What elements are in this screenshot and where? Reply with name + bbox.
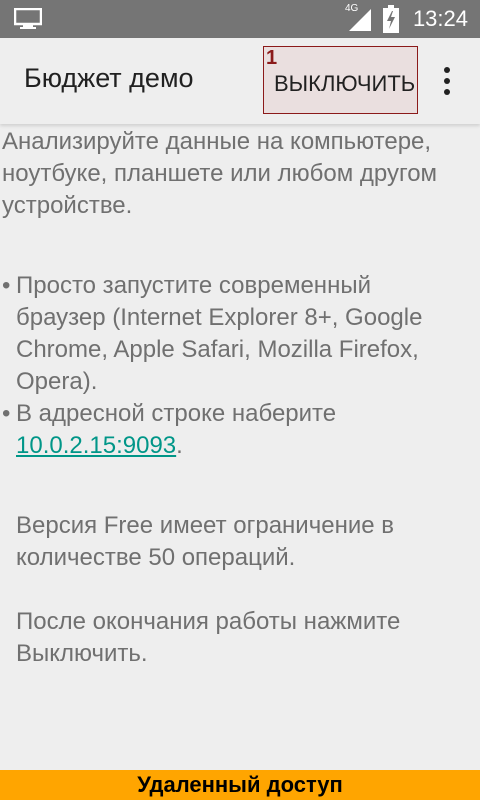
free-version-note: Версия Free имеет ограничение в количест… bbox=[16, 512, 394, 571]
status-icons: 4G 13:24 bbox=[345, 3, 468, 33]
monitor-icon bbox=[13, 7, 43, 30]
remote-access-banner[interactable]: Удаленный доступ bbox=[0, 770, 480, 800]
battery-charging-icon bbox=[382, 5, 399, 33]
turn-off-label: ВЫКЛЮЧИТЬ bbox=[274, 71, 416, 96]
address-suffix: . bbox=[176, 432, 183, 459]
intro-text: Анализируйте данные на компьютере, ноутб… bbox=[2, 128, 438, 219]
status-clock: 13:24 bbox=[412, 6, 468, 31]
list-item: В адресной строке наберите • В адресной … bbox=[0, 398, 466, 462]
more-vert-icon[interactable] bbox=[432, 64, 462, 98]
instructions-list: • Просто запустите современный браузер (… bbox=[0, 270, 480, 462]
bullet-dot: • bbox=[2, 400, 11, 427]
address-instruction: В адресной строке наберите bbox=[16, 400, 337, 427]
app-title: Бюджет демо bbox=[24, 63, 194, 93]
list-item: • Просто запустите современный браузер (… bbox=[0, 270, 466, 398]
browser-instruction: Просто запустите современный браузер (In… bbox=[16, 272, 423, 395]
server-address-link[interactable]: 10.0.2.15:9093 bbox=[16, 432, 176, 459]
element-marker: 1 bbox=[266, 47, 278, 69]
app-bar: Бюджет демо 1 ВЫКЛЮЧИТЬ bbox=[0, 38, 480, 124]
shutdown-note: После окончания работы нажмите Выключить… bbox=[16, 608, 401, 667]
turn-off-button[interactable]: 1 ВЫКЛЮЧИТЬ bbox=[263, 46, 418, 114]
status-bar: 4G 13:24 bbox=[0, 0, 480, 38]
signal-icon: 4G bbox=[345, 3, 373, 33]
bullet-dot: • bbox=[2, 272, 11, 299]
main-content: Анализируйте данные на компьютере, ноутб… bbox=[0, 126, 480, 670]
